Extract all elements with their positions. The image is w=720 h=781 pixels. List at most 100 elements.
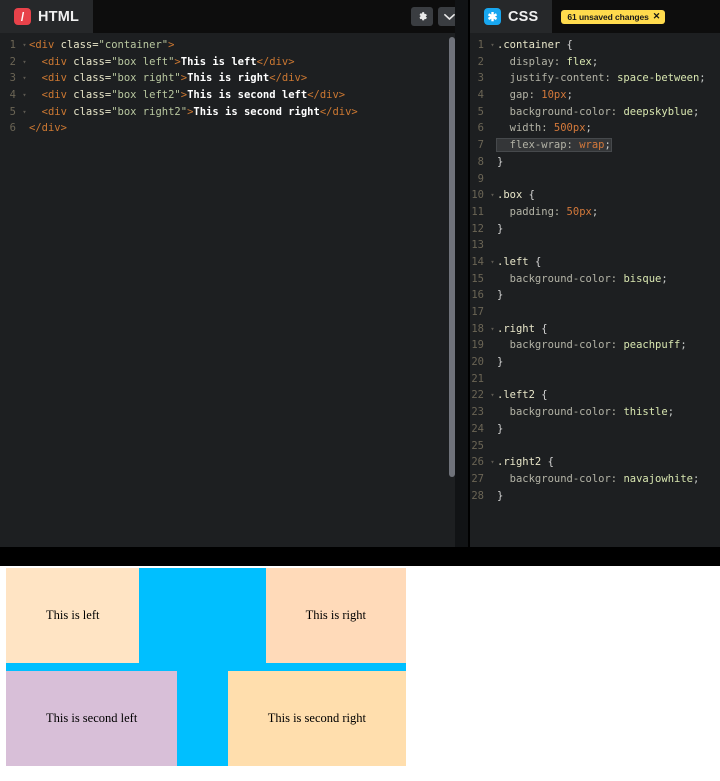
code-token: .container — [497, 39, 567, 51]
code-token: padding: — [497, 205, 567, 218]
code-line[interactable]: 1 ▾ <div class="container"> — [0, 37, 468, 54]
line-number: 7 — [477, 139, 484, 152]
fold-arrow-icon[interactable]: ▾ — [20, 70, 29, 87]
code-line[interactable]: 28} — [470, 488, 720, 505]
code-token: class= — [60, 39, 99, 51]
code-token: </div> — [29, 122, 67, 135]
code-token: bisque — [623, 272, 662, 285]
fold-arrow-icon[interactable]: ▾ — [20, 87, 29, 104]
fold-arrow-icon[interactable]: ▾ — [488, 321, 497, 338]
css-code-area[interactable]: 1 ▾ .container {2 display: flex; 3 justify-… — [470, 33, 720, 547]
code-line[interactable]: 25 — [470, 438, 720, 455]
settings-button[interactable] — [411, 7, 433, 26]
code-text: <div class="container"> — [29, 37, 468, 54]
fold-arrow-icon[interactable]: ▾ — [20, 54, 29, 71]
code-text: <div class="box left2">This is second le… — [29, 87, 468, 104]
code-line[interactable]: 4 ▾ <div class="box left2">This is second… — [0, 87, 468, 104]
code-line[interactable]: 26 ▾ .right2 { — [470, 454, 720, 471]
line-number: 24 — [471, 422, 484, 435]
fold-arrow-icon[interactable]: ▾ — [488, 187, 497, 204]
code-line[interactable]: 5 ▾ <div class="box right2">This is secon… — [0, 104, 468, 121]
code-token: "box right" — [111, 72, 181, 85]
code-text: </div> — [29, 120, 468, 137]
close-icon[interactable]: ✕ — [653, 12, 661, 21]
line-number: 1 — [477, 39, 484, 51]
code-line[interactable]: 6 width: 500px; — [470, 120, 720, 137]
code-token: ; — [667, 406, 675, 419]
fold-arrow-icon[interactable]: ▾ — [488, 37, 497, 54]
code-line[interactable]: 18 ▾ .right { — [470, 321, 720, 338]
code-line[interactable]: 8} — [470, 154, 720, 171]
line-number: 6 — [9, 122, 16, 135]
code-text: .right2 { — [497, 454, 720, 471]
code-line[interactable]: 20} — [470, 354, 720, 371]
unsaved-changes-label: 61 unsaved changes — [567, 11, 649, 22]
code-line[interactable]: 2 display: flex; — [470, 54, 720, 71]
tab-html-label: HTML — [38, 8, 80, 25]
code-line[interactable]: 16} — [470, 287, 720, 304]
code-line[interactable]: 23 background-color: thistle; — [470, 404, 720, 421]
code-token: class= — [73, 72, 112, 85]
code-line[interactable]: 3 ▾ <div class="box right">This is right<… — [0, 70, 468, 87]
line-number: 27 — [471, 472, 484, 485]
fold-arrow-icon[interactable]: ▾ — [488, 387, 497, 404]
code-token: 50px — [566, 205, 592, 218]
code-text: .right { — [497, 321, 720, 338]
code-line[interactable]: 3 justify-content: space-between; — [470, 70, 720, 87]
code-token: peachpuff — [623, 339, 681, 352]
code-line[interactable]: 10 ▾ .box { — [470, 187, 720, 204]
tab-css-label: CSS — [508, 8, 539, 25]
code-token: "box left" — [111, 55, 175, 68]
pane-divider[interactable] — [0, 547, 720, 566]
code-line[interactable]: 19 background-color: peachpuff; — [470, 337, 720, 354]
html-pane-header: / HTML — [0, 0, 468, 33]
fold-arrow-icon[interactable]: ▾ — [20, 104, 29, 121]
code-text: } — [497, 354, 720, 371]
unsaved-changes-badge[interactable]: 61 unsaved changes ✕ — [561, 9, 666, 24]
code-line[interactable]: 5 background-color: deepskyblue; — [470, 104, 720, 121]
html-code-area[interactable]: 1 ▾ <div class="container"> 2 ▾ <div class="… — [0, 33, 468, 547]
tab-css[interactable]: ✱ CSS — [470, 0, 553, 33]
fold-arrow-icon[interactable]: ▾ — [488, 454, 497, 471]
code-token: { — [534, 255, 542, 268]
code-line[interactable]: 15 background-color: bisque; — [470, 271, 720, 288]
preview-pane: This is left This is right This is second … — [0, 566, 720, 781]
code-line[interactable]: 27 background-color: navajowhite; — [470, 471, 720, 488]
code-token: wrap — [579, 139, 605, 152]
tab-html[interactable]: / HTML — [0, 0, 94, 33]
html-scrollbar[interactable] — [449, 37, 455, 477]
code-line[interactable]: 17 — [470, 304, 720, 321]
code-text: padding: 50px; — [497, 204, 720, 221]
code-line[interactable]: 12} — [470, 221, 720, 238]
code-token: class= — [73, 89, 112, 102]
code-line[interactable]: 9 — [470, 171, 720, 188]
code-text: } — [497, 287, 720, 304]
code-line[interactable]: 13 — [470, 237, 720, 254]
code-text: background-color: thistle; — [497, 404, 720, 421]
preview-flex-container: This is left This is right This is second … — [6, 568, 406, 766]
code-token: navajowhite — [623, 472, 693, 485]
code-text: <div class="box left">This is left</div> — [29, 54, 468, 71]
line-number: 25 — [471, 439, 484, 452]
code-line[interactable]: 4 gap: 10px; — [470, 87, 720, 104]
code-line[interactable]: 14 ▾ .left { — [470, 254, 720, 271]
fold-arrow-icon[interactable]: ▾ — [20, 37, 29, 54]
code-token: > — [168, 39, 175, 51]
code-token: class= — [73, 105, 112, 118]
line-number: 17 — [471, 306, 484, 318]
fold-arrow-icon[interactable]: ▾ — [488, 254, 497, 271]
code-line[interactable]: 24} — [470, 421, 720, 438]
code-line[interactable]: 2 ▾ <div class="box left">This is left</d… — [0, 54, 468, 71]
code-line[interactable]: 7 flex-wrap: wrap; — [470, 137, 720, 154]
code-token: ; — [692, 105, 700, 118]
code-line[interactable]: 22 ▾ .left2 { — [470, 387, 720, 404]
code-line[interactable]: 11 padding: 50px; — [470, 204, 720, 221]
code-token: </div> — [269, 72, 308, 85]
gear-icon — [419, 12, 427, 21]
code-line[interactable]: 1 ▾ .container { — [470, 37, 720, 54]
code-line[interactable]: 21 — [470, 371, 720, 388]
code-token: ; — [699, 72, 706, 85]
code-line[interactable]: 6 </div> — [0, 120, 468, 137]
line-number: 2 — [477, 55, 484, 68]
code-text: <div class="box right2">This is second r… — [29, 104, 468, 121]
